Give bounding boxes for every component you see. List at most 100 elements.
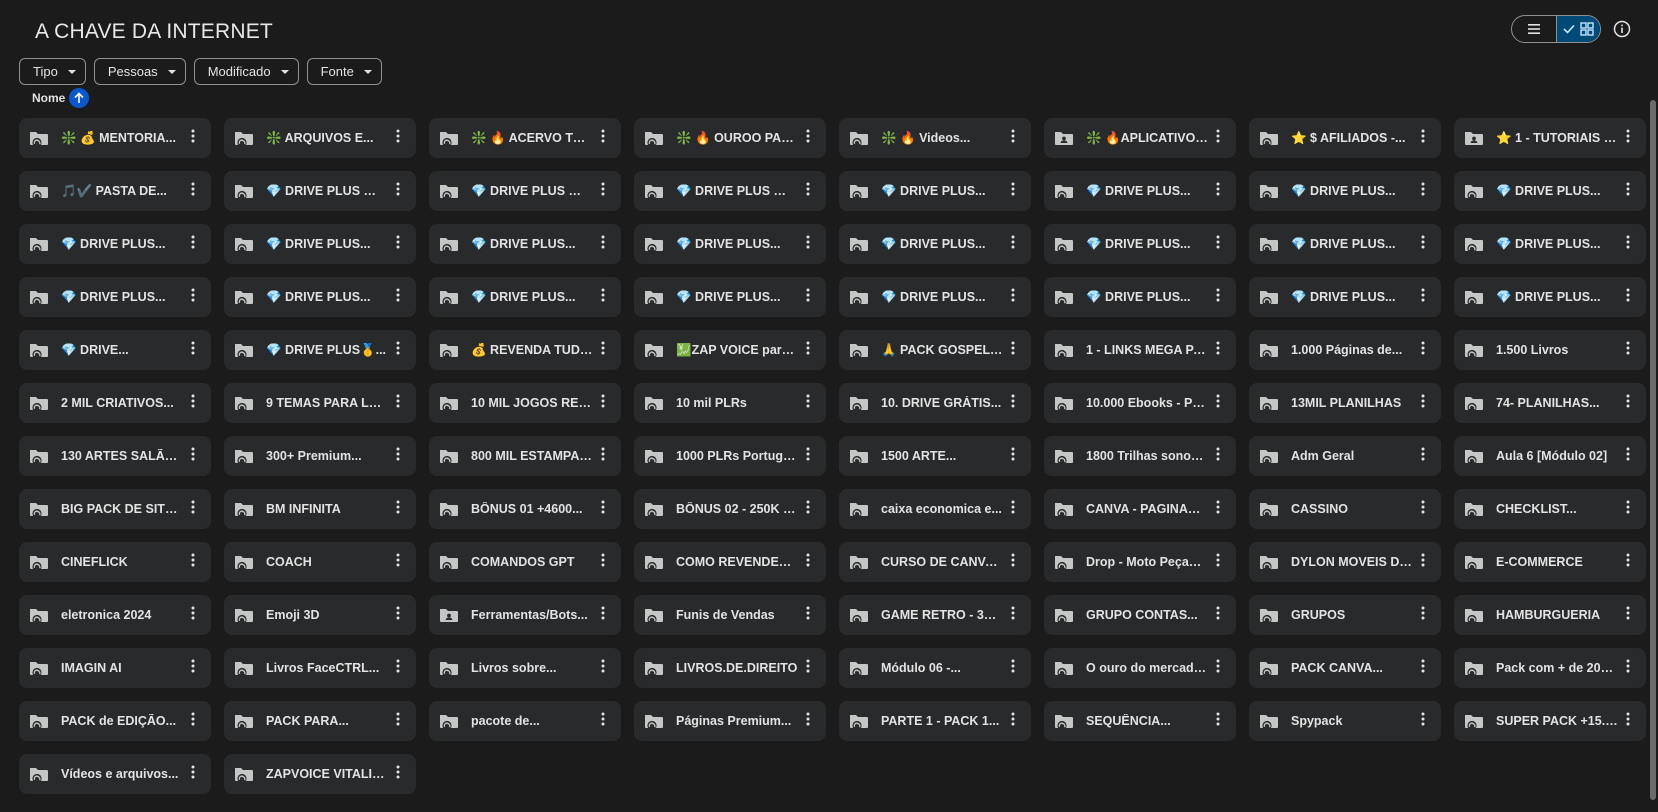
more-actions-button[interactable]	[183, 762, 203, 786]
folder-card[interactable]: 10.000 Ebooks - PLRs	[1044, 383, 1236, 423]
folder-card[interactable]: 1 - LINKS MEGA PACK	[1044, 330, 1236, 370]
folder-card[interactable]: O ouro do mercado...	[1044, 648, 1236, 688]
folder-card[interactable]: Módulo 06 -...	[839, 648, 1031, 688]
folder-card[interactable]: 1.500 Livros	[1454, 330, 1646, 370]
more-actions-button[interactable]	[798, 550, 818, 574]
more-actions-button[interactable]	[593, 232, 613, 256]
grid-view-button[interactable]	[1555, 16, 1600, 42]
more-actions-button[interactable]	[1003, 550, 1023, 574]
more-actions-button[interactable]	[798, 285, 818, 309]
more-actions-button[interactable]	[593, 179, 613, 203]
more-actions-button[interactable]	[798, 656, 818, 680]
folder-card[interactable]: 💎 DRIVE PLUS...	[1044, 171, 1236, 211]
more-actions-button[interactable]	[1618, 126, 1638, 150]
folder-card[interactable]: 1800 Trilhas sonoras	[1044, 436, 1236, 476]
more-actions-button[interactable]	[1208, 444, 1228, 468]
more-actions-button[interactable]	[798, 444, 818, 468]
folder-card[interactable]: caixa economica e...	[839, 489, 1031, 529]
folder-card[interactable]: 130 ARTES SALÃO D...	[19, 436, 211, 476]
folder-card[interactable]: E-COMMERCE	[1454, 542, 1646, 582]
more-actions-button[interactable]	[183, 444, 203, 468]
more-actions-button[interactable]	[593, 656, 613, 680]
folder-card[interactable]: 🎵✔️ PASTA DE...	[19, 171, 211, 211]
more-actions-button[interactable]	[388, 762, 408, 786]
folder-card[interactable]: 💎 DRIVE PLUS...	[839, 224, 1031, 264]
more-actions-button[interactable]	[593, 444, 613, 468]
more-actions-button[interactable]	[183, 232, 203, 256]
more-actions-button[interactable]	[1618, 550, 1638, 574]
folder-card[interactable]: ❇️ 🔥APLICATIVOS...	[1044, 118, 1236, 158]
more-actions-button[interactable]	[1208, 179, 1228, 203]
more-actions-button[interactable]	[1618, 656, 1638, 680]
folder-card[interactable]: 💰 REVENDA TUDO...	[429, 330, 621, 370]
folder-card[interactable]: 💹ZAP VOICE para...	[634, 330, 826, 370]
folder-card[interactable]: Funis de Vendas	[634, 595, 826, 635]
more-actions-button[interactable]	[1003, 656, 1023, 680]
folder-card[interactable]: 💎 DRIVE PLUS...	[1044, 224, 1236, 264]
folder-card[interactable]: IMAGIN AI	[19, 648, 211, 688]
more-actions-button[interactable]	[388, 285, 408, 309]
more-actions-button[interactable]	[388, 656, 408, 680]
folder-card[interactable]: ⭐ 1 - TUTORIAIS D...	[1454, 118, 1646, 158]
more-actions-button[interactable]	[1618, 391, 1638, 415]
more-actions-button[interactable]	[1618, 444, 1638, 468]
folder-card[interactable]: 💎 DRIVE PLUS🥇...	[224, 330, 416, 370]
folder-card[interactable]: Adm Geral	[1249, 436, 1441, 476]
folder-card[interactable]: 💎 DRIVE PLUS...	[224, 224, 416, 264]
more-actions-button[interactable]	[593, 338, 613, 362]
more-actions-button[interactable]	[1003, 338, 1023, 362]
more-actions-button[interactable]	[1003, 444, 1023, 468]
more-actions-button[interactable]	[1413, 391, 1433, 415]
more-actions-button[interactable]	[1208, 550, 1228, 574]
more-actions-button[interactable]	[1413, 232, 1433, 256]
more-actions-button[interactable]	[1413, 550, 1433, 574]
folder-card[interactable]: pacote de...	[429, 701, 621, 741]
folder-card[interactable]: ZAPVOICE VITALICIO	[224, 754, 416, 794]
more-actions-button[interactable]	[183, 497, 203, 521]
more-actions-button[interactable]	[1413, 656, 1433, 680]
more-actions-button[interactable]	[1003, 497, 1023, 521]
more-actions-button[interactable]	[388, 179, 408, 203]
folder-card[interactable]: 1000 PLRs Português	[634, 436, 826, 476]
more-actions-button[interactable]	[593, 497, 613, 521]
more-actions-button[interactable]	[183, 603, 203, 627]
folder-card[interactable]: 💎 DRIVE PLUS...	[839, 171, 1031, 211]
folder-card[interactable]: 10 MIL JOGOS RETRO	[429, 383, 621, 423]
more-actions-button[interactable]	[798, 232, 818, 256]
folder-card[interactable]: ❇️ 🔥 ACERVO TOP...	[429, 118, 621, 158]
folder-card[interactable]: ❇️ 💰 MENTORIA...	[19, 118, 211, 158]
more-actions-button[interactable]	[593, 391, 613, 415]
more-actions-button[interactable]	[1413, 603, 1433, 627]
more-actions-button[interactable]	[1413, 285, 1433, 309]
folder-card[interactable]: 💎 DRIVE PLUS...	[839, 277, 1031, 317]
more-actions-button[interactable]	[798, 179, 818, 203]
folder-card[interactable]: 💎 DRIVE...	[19, 330, 211, 370]
folder-card[interactable]: 800 MIL ESTAMPAS...	[429, 436, 621, 476]
folder-card[interactable]: SUPER PACK +15.00...	[1454, 701, 1646, 741]
folder-card[interactable]: Páginas Premium...	[634, 701, 826, 741]
folder-card[interactable]: 10. DRIVE GRÁTIS...	[839, 383, 1031, 423]
more-actions-button[interactable]	[1208, 497, 1228, 521]
filter-fonte[interactable]: Fonte	[306, 58, 382, 85]
folder-card[interactable]: GRUPO CONTAS...	[1044, 595, 1236, 635]
folder-card[interactable]: BÔNUS 02 - 250K D...	[634, 489, 826, 529]
more-actions-button[interactable]	[1413, 338, 1433, 362]
folder-card[interactable]: Emoji 3D	[224, 595, 416, 635]
folder-card[interactable]: 💎 DRIVE PLUS...	[634, 277, 826, 317]
folder-card[interactable]: 💎 DRIVE PLUS...	[1249, 224, 1441, 264]
more-actions-button[interactable]	[1618, 232, 1638, 256]
more-actions-button[interactable]	[183, 656, 203, 680]
more-actions-button[interactable]	[388, 126, 408, 150]
more-actions-button[interactable]	[798, 338, 818, 362]
folder-card[interactable]: PACK PARA...	[224, 701, 416, 741]
folder-card[interactable]: 💎 DRIVE PLUS...	[1249, 171, 1441, 211]
folder-card[interactable]: ❇️ ARQUIVOS E...	[224, 118, 416, 158]
more-actions-button[interactable]	[1003, 709, 1023, 733]
folder-card[interactable]: GRUPOS	[1249, 595, 1441, 635]
more-actions-button[interactable]	[388, 338, 408, 362]
more-actions-button[interactable]	[1618, 497, 1638, 521]
folder-card[interactable]: 💎 DRIVE PLUS...	[1249, 277, 1441, 317]
more-actions-button[interactable]	[388, 550, 408, 574]
folder-card[interactable]: Livros sobre...	[429, 648, 621, 688]
folder-card[interactable]: 13MIL PLANILHAS	[1249, 383, 1441, 423]
